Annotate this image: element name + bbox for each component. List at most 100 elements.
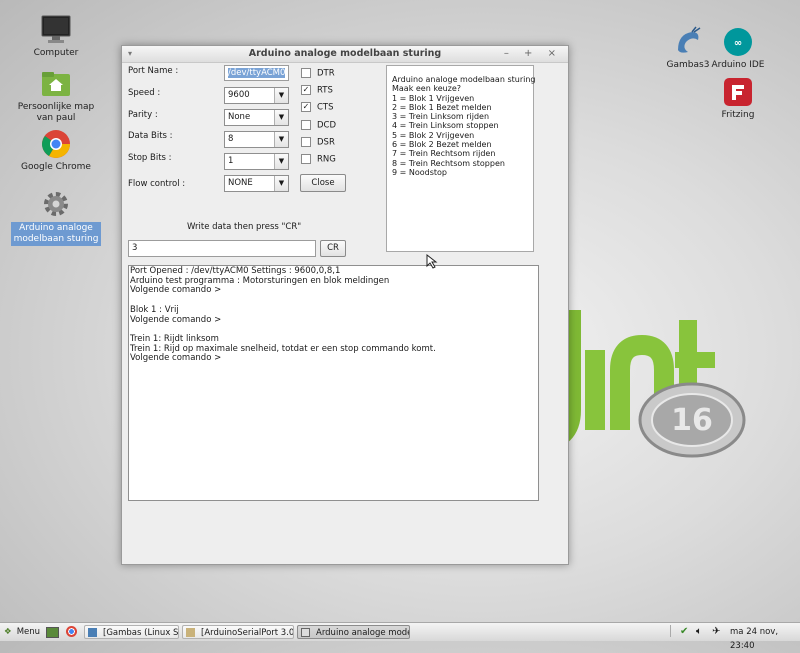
desktop-icon-label: Fritzing (721, 110, 755, 120)
port-name-value: /dev/ttyACM0 (228, 68, 286, 78)
gear-icon (40, 188, 72, 220)
chevron-down-icon: ▼ (274, 110, 288, 125)
speed-value: 9600 (228, 90, 250, 100)
gambas-task-icon (88, 628, 97, 637)
desktop-icon-label: Persoonlijke map van paul (17, 102, 95, 123)
task-label: [Gambas (Linux Softw... (103, 628, 179, 638)
version-badge: 16 (638, 382, 746, 458)
desktop-icon-label: Arduino analoge modelbaan sturing (11, 222, 101, 246)
checkbox-box-checked: ✓ (301, 85, 311, 95)
info-line: 1 = Blok 1 Vrijgeven (392, 93, 475, 103)
checkbox-rng[interactable]: RNG (301, 154, 336, 165)
output-line: Volgende comando > (130, 285, 222, 296)
stop-bits-label: Stop Bits : (128, 153, 172, 163)
info-line: 9 = Noodstop (392, 167, 448, 177)
task-label: Arduino analoge mode... (316, 628, 409, 638)
checkbox-label: CTS (317, 102, 334, 113)
flow-control-select[interactable]: NONE ▼ (224, 175, 289, 192)
mint-menu-icon: ❖ (4, 627, 12, 637)
task-label: [ArduinoSerialPort 3.0... (201, 628, 294, 638)
monitor-icon (40, 14, 72, 46)
desktop-icon-arduino-app[interactable]: Arduino analoge modelbaan sturing (11, 188, 101, 246)
checkbox-dsr[interactable]: DSR (301, 137, 335, 148)
volume-icon[interactable]: 🔈︎ (696, 625, 702, 639)
checkbox-label: DCD (317, 120, 337, 131)
tray-separator (670, 625, 677, 637)
checkbox-label: DSR (317, 137, 335, 148)
shield-icon[interactable]: ✔ (680, 625, 688, 639)
port-name-field[interactable]: /dev/ttyACM0 (224, 65, 289, 81)
task-arduino-serialport[interactable]: [ArduinoSerialPort 3.0... (182, 625, 294, 639)
checkbox-rts[interactable]: ✓ RTS (301, 85, 333, 96)
task-arduino-app[interactable]: Arduino analoge mode... (297, 625, 410, 639)
svg-text:∞: ∞ (734, 38, 742, 49)
version-badge-text: 16 (671, 403, 713, 438)
chrome-launcher-icon[interactable] (66, 626, 77, 637)
checkbox-label: DTR (317, 68, 335, 79)
show-desktop-icon[interactable] (46, 627, 59, 638)
info-line: Maak een keuze? (392, 84, 462, 94)
app-window: ▾ Arduino analoge modelbaan sturing – + … (121, 45, 569, 565)
checkbox-cts[interactable]: ✓ CTS (301, 102, 334, 113)
data-bits-select[interactable]: 8 ▼ (224, 131, 289, 148)
send-data-input[interactable]: 3 (128, 240, 316, 257)
port-name-label: Port Name : (128, 66, 179, 76)
mouse-pointer-icon (426, 254, 438, 269)
desktop-icon-arduino-ide[interactable]: ∞ Arduino IDE (693, 26, 783, 71)
speed-label: Speed : (128, 88, 161, 98)
info-line: 5 = Blok 2 Vrijgeven (392, 130, 475, 140)
taskbar: ❖ Menu [Gambas (Linux Softw... [ArduinoS… (0, 622, 800, 651)
info-line: 2 = Blok 1 Bezet melden (392, 102, 492, 112)
flow-control-value: NONE (228, 178, 253, 188)
checkbox-box (301, 137, 311, 147)
chevron-down-icon: ▼ (274, 132, 288, 147)
chevron-down-icon: ▼ (274, 154, 288, 169)
menu-button[interactable]: ❖ Menu (4, 625, 40, 639)
info-line: 6 = Blok 2 Bezet melden (392, 140, 492, 150)
parity-select[interactable]: None ▼ (224, 109, 289, 126)
output-line: Volgende comando > (130, 314, 222, 325)
close-button[interactable]: Close (300, 174, 346, 192)
checkbox-dtr[interactable]: DTR (301, 68, 335, 79)
checkbox-box-checked: ✓ (301, 102, 311, 112)
desktop-icon-label: Arduino IDE (711, 60, 765, 70)
speed-select[interactable]: 9600 ▼ (224, 87, 289, 104)
window-task-icon (301, 628, 310, 637)
stop-bits-value: 1 (228, 156, 234, 166)
serial-output-log[interactable]: Port Opened : /dev/ttyACM0 Settings : 96… (128, 265, 539, 501)
parity-label: Parity : (128, 110, 158, 120)
chevron-down-icon: ▼ (274, 88, 288, 103)
desktop-icon-chrome[interactable]: Google Chrome (11, 128, 101, 173)
cr-button[interactable]: CR (320, 240, 346, 257)
clock[interactable]: ma 24 nov, 23:40 (730, 625, 800, 651)
desktop-icon-label: Computer (33, 48, 79, 58)
write-prompt-label: Write data then press "CR" (187, 222, 302, 232)
info-line: 7 = Trein Rechtsom rijden (392, 149, 496, 159)
parity-value: None (228, 112, 251, 122)
checkbox-label: RTS (317, 85, 333, 96)
checkbox-box (301, 68, 311, 78)
window-menu-icon[interactable]: ▾ (128, 46, 132, 62)
info-line: 8 = Trein Rechtsom stoppen (392, 158, 505, 168)
send-data-value: 3 (132, 243, 138, 253)
checkbox-dcd[interactable]: DCD (301, 120, 336, 131)
task-gambas[interactable]: [Gambas (Linux Softw... (84, 625, 179, 639)
arduino-icon: ∞ (722, 26, 754, 58)
checkbox-box (301, 120, 311, 130)
window-title: Arduino analoge modelbaan sturing (248, 48, 442, 59)
flow-control-label: Flow control : (128, 179, 186, 189)
window-controls[interactable]: – + × (504, 46, 562, 62)
window-titlebar[interactable]: ▾ Arduino analoge modelbaan sturing – + … (122, 46, 568, 63)
checkbox-box (301, 154, 311, 164)
network-icon[interactable]: ✈︎ (712, 625, 720, 639)
desktop-icon-computer[interactable]: Computer (11, 14, 101, 59)
desktop-icon-fritzing[interactable]: Fritzing (693, 76, 783, 121)
chevron-down-icon: ▼ (274, 176, 288, 191)
desktop-icon-home-folder[interactable]: Persoonlijke map van paul (11, 68, 101, 124)
info-line: Arduino analoge modelbaan sturing (392, 75, 536, 84)
fritzing-icon (722, 76, 754, 108)
home-folder-icon (40, 68, 72, 100)
output-line: Volgende comando > (130, 353, 222, 364)
stop-bits-select[interactable]: 1 ▼ (224, 153, 289, 170)
document-task-icon (186, 628, 195, 637)
